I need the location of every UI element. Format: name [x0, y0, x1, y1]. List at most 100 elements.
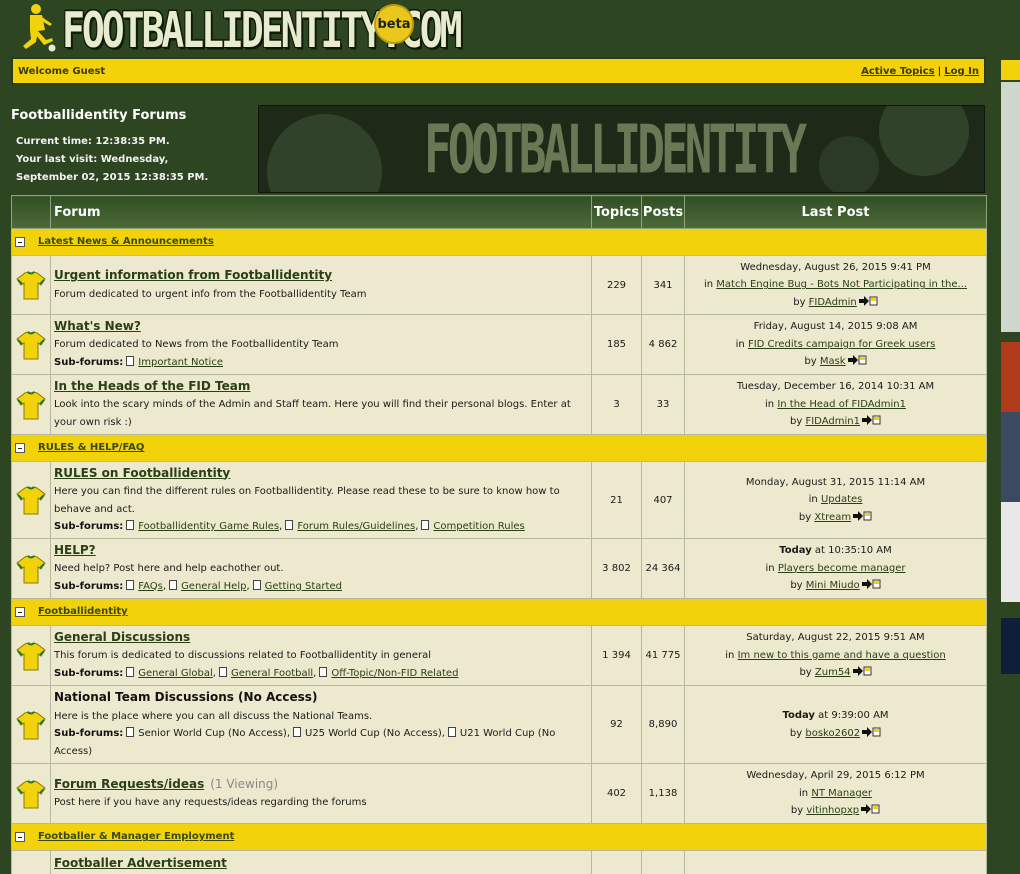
last-post-topic-line: in In the Head of FIDAdmin1: [688, 396, 983, 414]
last-post-author-link[interactable]: bosko2602: [805, 728, 860, 739]
jersey-icon: [16, 641, 46, 670]
go-to-last-post-icon[interactable]: [852, 666, 872, 677]
forum-title-link[interactable]: RULES on Footballidentity: [54, 466, 230, 480]
subforum-doc-icon: [252, 579, 261, 590]
go-to-last-post-icon[interactable]: [862, 726, 881, 737]
go-to-last-post-icon[interactable]: [847, 355, 867, 366]
last-post-author-line: by bosko2602: [688, 725, 983, 743]
forum-row: General Discussions This forum is dedicat…: [11, 625, 987, 686]
forum-title-link[interactable]: Forum Requests/ideas: [54, 777, 204, 791]
subforum-link[interactable]: Forum Rules/Guidelines: [297, 521, 415, 532]
forum-description: Forum dedicated to urgent info from the …: [54, 288, 367, 300]
last-post-author-link[interactable]: Mask: [820, 356, 846, 367]
last-post-author-line: by vitinhopxp: [688, 802, 983, 820]
forum-row: Forum Requests/ideas (1 Viewing) Post here…: [11, 763, 987, 824]
forum-title-link[interactable]: What's New?: [54, 319, 141, 333]
last-post-topic-link[interactable]: Im new to this game and have a question: [738, 650, 946, 661]
forum-row: Urgent information from Footballidentity…: [11, 255, 987, 315]
forum-icon-cell: [11, 625, 51, 686]
last-post-date: Today at 9:39:00 AM: [688, 707, 983, 725]
forum-title-link[interactable]: Urgent information from Footballidentity: [54, 268, 332, 282]
subforum-doc-icon: [447, 727, 456, 737]
subforum-link[interactable]: Competition Rules: [433, 521, 524, 532]
collapse-toggle-icon[interactable]: [15, 236, 25, 247]
subforum-link[interactable]: Getting Started: [265, 581, 342, 592]
last-post-author-link[interactable]: Mini Miudo: [806, 580, 860, 591]
subforum-doc-icon: [126, 727, 135, 737]
forum-title-link[interactable]: National Team Discussions (No Access): [54, 690, 317, 704]
topics-count: 229: [591, 255, 642, 315]
by-label: by: [790, 580, 803, 592]
go-to-last-post-icon[interactable]: [858, 295, 878, 306]
last-post-topic-link[interactable]: Updates: [821, 494, 862, 505]
banner-ball-left: [267, 114, 382, 192]
last-post-date: Wednesday, August 26, 2015 9:41 PM: [740, 261, 931, 273]
topics-count: 92: [591, 685, 642, 764]
last-post-cell: Wednesday, April 29, 2015 6:12 PM in NT M…: [684, 763, 987, 824]
forum-table: Forum Topics Posts Last Post Latest News…: [11, 195, 987, 874]
site-logo[interactable]: FOOTBALLIDENTITY.COM beta: [12, 0, 463, 58]
collapse-toggle-icon[interactable]: [15, 442, 25, 453]
last-post-topic-link[interactable]: FID Credits campaign for Greek users: [748, 339, 935, 350]
last-post-author-link[interactable]: FIDAdmin1: [805, 416, 859, 427]
last-post-topic-link[interactable]: Players become manager: [778, 563, 906, 574]
category-link[interactable]: Footballer & Manager Employment: [38, 831, 234, 842]
forum-title-link[interactable]: General Discussions: [54, 630, 190, 644]
forum-row: Footballer Advertisement: [11, 850, 987, 874]
collapse-toggle-icon[interactable]: [15, 831, 25, 842]
header-icon-col: [11, 195, 51, 229]
last-post-topic-line: in NT Manager: [688, 785, 983, 803]
last-post-author-link[interactable]: vitinhopxp: [806, 805, 859, 816]
banner-ball-mid: [819, 136, 879, 192]
last-post-topic-line: in Match Engine Bug - Bots Not Participa…: [688, 276, 983, 294]
forum-icon-cell: [11, 538, 51, 599]
subforum-name: U25 World Cup (No Access): [305, 728, 442, 739]
go-to-last-post-icon[interactable]: [861, 804, 880, 815]
topics-count: 3: [591, 374, 642, 435]
jersey-icon: [16, 330, 46, 359]
forum-title-link[interactable]: Footballer Advertisement: [54, 856, 227, 870]
forum-banner: FOOTBALLIDENTITY: [258, 105, 985, 193]
go-to-last-post-icon[interactable]: [861, 579, 881, 590]
last-post-author-line: by FIDAdmin: [688, 294, 983, 312]
subforum-link[interactable]: Important Notice: [138, 357, 223, 368]
welcome-text: Welcome Guest: [18, 65, 106, 77]
last-post-topic-link[interactable]: Match Engine Bug - Bots Not Participatin…: [716, 279, 967, 290]
header-forum: Forum: [50, 195, 592, 229]
subforums-label: Sub-forums:: [54, 356, 124, 368]
last-post-author-line: by Xtream: [688, 509, 983, 527]
category-link[interactable]: Footballidentity: [38, 606, 128, 617]
forum-row: National Team Discussions (No Access) Her…: [11, 685, 987, 764]
collapse-toggle-icon[interactable]: [15, 606, 25, 617]
subforum-link[interactable]: Footballidentity Game Rules: [138, 521, 279, 532]
last-post-topic-line: in Updates: [688, 491, 983, 509]
subforum-link[interactable]: FAQs: [138, 581, 163, 592]
last-post-topic-link[interactable]: In the Head of FIDAdmin1: [777, 399, 906, 410]
forum-title-link[interactable]: HELP?: [54, 543, 96, 557]
by-label: by: [804, 356, 817, 368]
header-last-post: Last Post: [684, 195, 987, 229]
subforum-link[interactable]: General Global: [138, 668, 213, 679]
last-post-topic-link[interactable]: NT Manager: [811, 788, 872, 799]
last-post-author-link[interactable]: FIDAdmin: [809, 297, 857, 308]
last-post-author-link[interactable]: Xtream: [814, 512, 851, 523]
active-topics-link[interactable]: Active Topics: [861, 66, 935, 77]
forum-title-link[interactable]: In the Heads of the FID Team: [54, 379, 250, 393]
topics-count: 3 802: [591, 538, 642, 599]
last-post-date: Today at 10:35:10 AM: [688, 542, 983, 560]
go-to-last-post-icon[interactable]: [861, 415, 881, 426]
posts-count: 1,138: [641, 763, 685, 824]
last-post-author-link[interactable]: Zum54: [815, 667, 851, 678]
forum-description: Look into the scary minds of the Admin a…: [54, 399, 571, 428]
category-link[interactable]: Latest News & Announcements: [38, 236, 214, 247]
subforum-link[interactable]: Off-Topic/Non-FID Related: [331, 668, 458, 679]
subforum-link[interactable]: General Help: [181, 581, 246, 592]
subforum-link[interactable]: General Football: [231, 668, 313, 679]
category-link[interactable]: RULES & HELP/FAQ: [38, 442, 144, 453]
side-ad-strip[interactable]: [1001, 60, 1020, 674]
last-post-author-line: by FIDAdmin1: [688, 413, 983, 431]
go-to-last-post-icon[interactable]: [853, 510, 872, 521]
last-visit-line-2: September 02, 2015 12:38:35 PM.: [16, 172, 209, 183]
footballer-logo-icon: [23, 4, 56, 52]
log-in-link[interactable]: Log In: [944, 66, 979, 77]
